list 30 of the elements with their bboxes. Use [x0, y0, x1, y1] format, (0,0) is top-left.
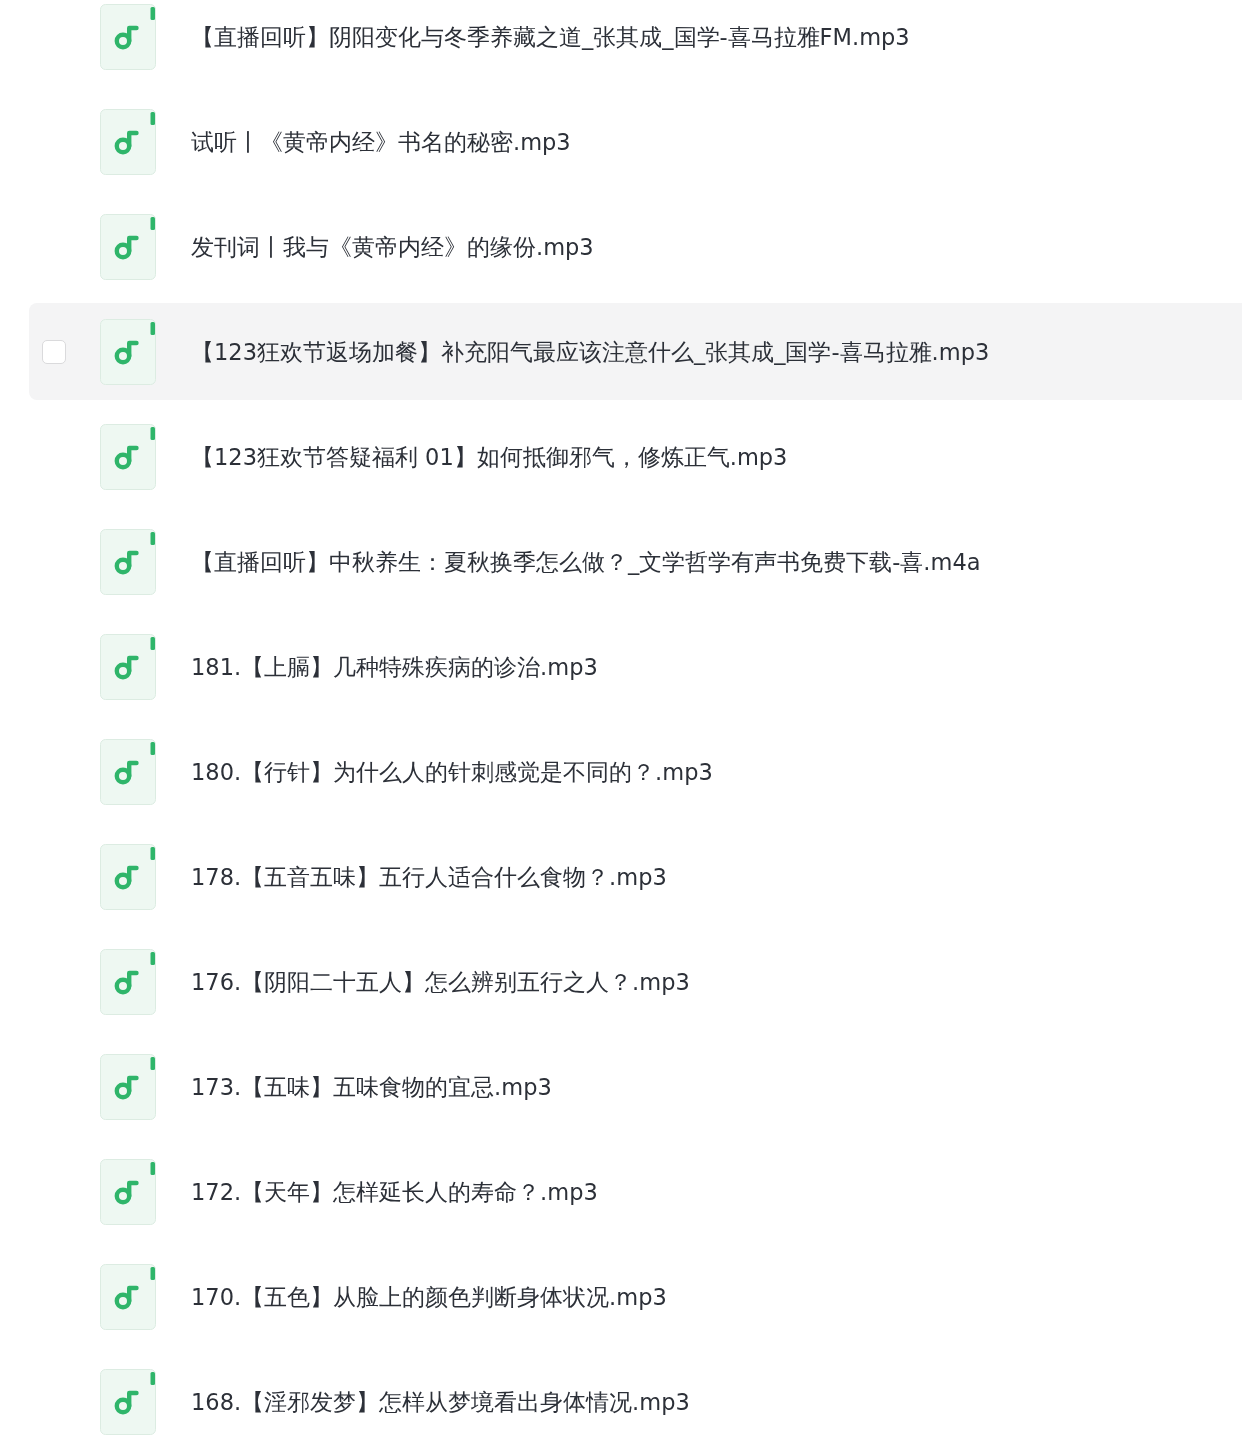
file-name[interactable]: 【直播回听】中秋养生：夏秋换季怎么做？_文学哲学有声书免费下载-喜.m4a — [191, 546, 981, 577]
music-file-icon — [100, 843, 156, 910]
music-file-icon — [100, 3, 156, 70]
file-name[interactable]: 【直播回听】阴阳变化与冬季养藏之道_张其成_国学-喜马拉雅FM.mp3 — [191, 21, 910, 52]
music-file-icon — [100, 423, 156, 490]
music-file-icon — [100, 1263, 156, 1330]
file-name[interactable]: 172.【天年】怎样延长人的寿命？.mp3 — [191, 1176, 598, 1207]
music-file-icon — [100, 1053, 156, 1120]
file-name[interactable]: 181.【上膈】几种特殊疾病的诊治.mp3 — [191, 651, 598, 682]
file-name[interactable]: 168.【淫邪发梦】怎样从梦境看出身体情况.mp3 — [191, 1386, 690, 1417]
file-name[interactable]: 173.【五味】五味食物的宜忌.mp3 — [191, 1071, 552, 1102]
file-name[interactable]: 试听丨《黄帝内经》书名的秘密.mp3 — [191, 126, 571, 157]
file-name[interactable]: 176.【阴阳二十五人】怎么辨别五行之人？.mp3 — [191, 966, 690, 997]
music-file-icon — [100, 738, 156, 805]
file-name[interactable]: 【123狂欢节返场加餐】补充阳气最应该注意什么_张其成_国学-喜马拉雅.mp3 — [191, 336, 990, 367]
file-name[interactable]: 发刊词丨我与《黄帝内经》的缘份.mp3 — [191, 231, 594, 262]
file-name[interactable]: 178.【五音五味】五行人适合什么食物？.mp3 — [191, 861, 667, 892]
file-row[interactable]: 【123狂欢节返场加餐】补充阳气最应该注意什么_张其成_国学-喜马拉雅.mp3 — [29, 303, 1242, 400]
music-file-icon — [100, 108, 156, 175]
music-file-icon — [100, 318, 156, 385]
music-file-icon — [100, 633, 156, 700]
music-file-icon — [100, 528, 156, 595]
music-file-icon — [100, 213, 156, 280]
music-file-icon — [100, 948, 156, 1015]
file-name[interactable]: 【123狂欢节答疑福利 01】如何抵御邪气，修炼正气.mp3 — [191, 441, 788, 472]
checkbox[interactable] — [42, 339, 66, 364]
music-file-icon — [100, 1158, 156, 1225]
file-name[interactable]: 180.【行针】为什么人的针刺感觉是不同的？.mp3 — [191, 756, 713, 787]
file-name[interactable]: 170.【五色】从脸上的颜色判断身体状况.mp3 — [191, 1281, 667, 1312]
music-file-icon — [100, 1368, 156, 1435]
